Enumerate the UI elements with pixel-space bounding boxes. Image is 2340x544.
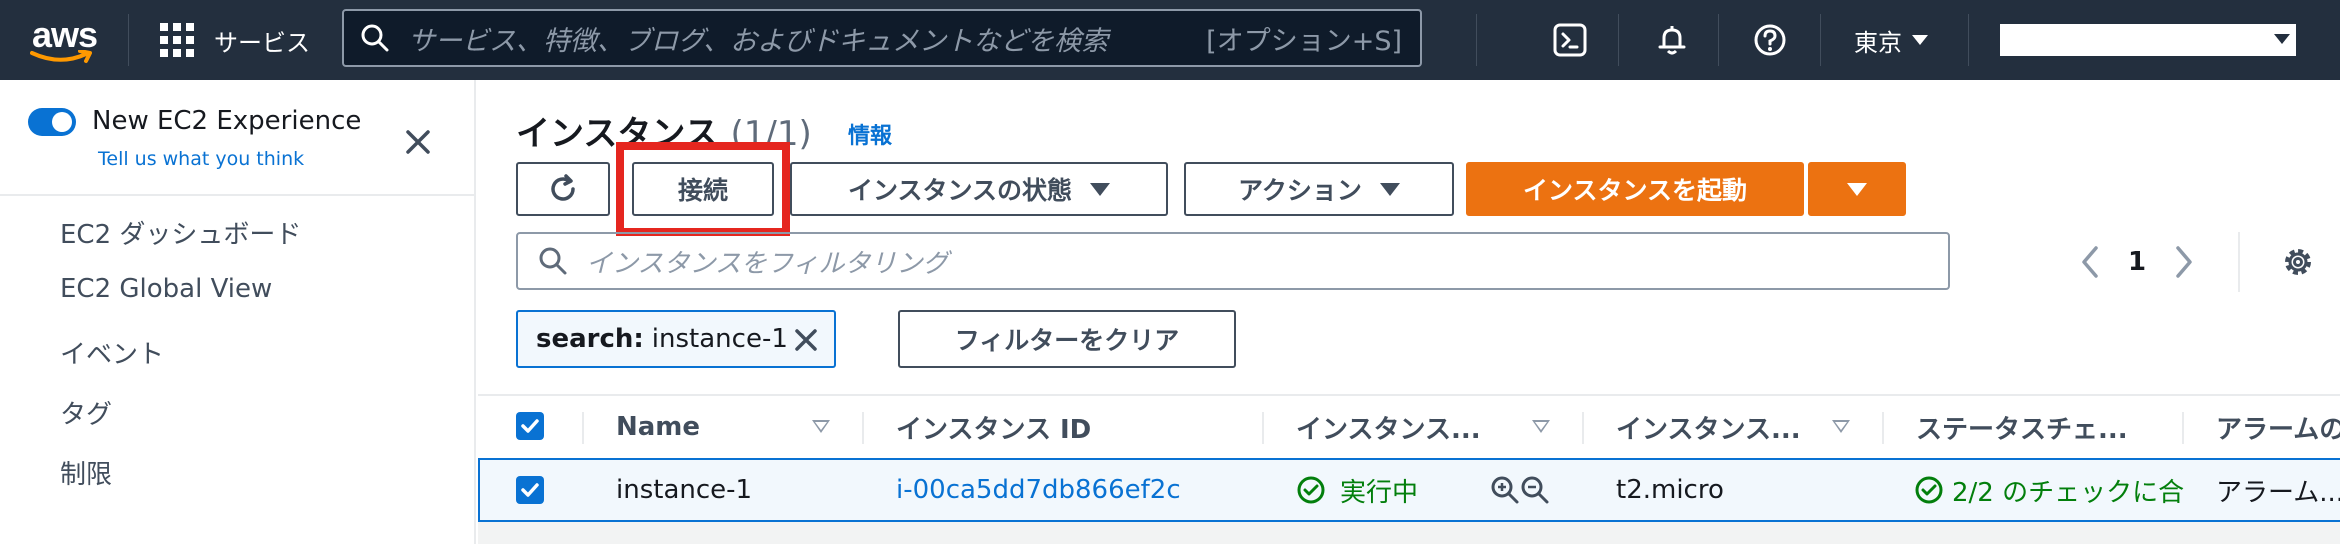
nav-divider xyxy=(1968,14,1969,66)
search-shortcut: [オプション+S] xyxy=(1206,25,1402,57)
filter-token-value: instance-1 xyxy=(651,324,788,354)
cloudshell-icon[interactable] xyxy=(1550,20,1590,60)
table-row[interactable]: instance-1 i-00ca5dd7db866ef2c 実行中 t2.mi… xyxy=(478,458,2340,522)
check-circle-icon xyxy=(1915,476,1943,504)
caret-down-icon xyxy=(1379,182,1400,196)
nav-divider xyxy=(1820,14,1821,66)
column-header-instance-state[interactable]: インスタンス... xyxy=(1296,396,1481,458)
sidebar-item-limits[interactable]: 制限 xyxy=(60,454,112,491)
check-circle-icon xyxy=(1297,476,1325,504)
column-header-instance-id[interactable]: インスタンス ID xyxy=(896,396,1091,458)
caret-down-icon xyxy=(1847,182,1867,196)
grid-icon xyxy=(160,23,194,57)
feedback-link[interactable]: Tell us what you think xyxy=(98,148,304,170)
main-content: インスタンス (1/1) 情報 接続 インスタンスの状態 アクション インスタン… xyxy=(478,80,2340,544)
search-placeholder: サービス、特徴、ブログ、およびドキュメントなどを検索 xyxy=(408,25,1109,57)
column-header-instance-type[interactable]: インスタンス... xyxy=(1616,396,1801,458)
connect-highlight-box xyxy=(616,142,790,236)
table-bottom xyxy=(478,522,2340,544)
region-selector[interactable]: 東京 xyxy=(1854,20,1928,60)
search-icon xyxy=(539,247,567,275)
aws-smile-icon xyxy=(30,50,92,63)
cell-instance-state-text: 実行中 xyxy=(1340,477,1419,508)
instance-filter-input[interactable]: インスタンスをフィルタリング xyxy=(516,232,1950,290)
refresh-button[interactable] xyxy=(516,162,610,216)
help-icon[interactable] xyxy=(1750,20,1790,60)
services-menu[interactable]: サービス xyxy=(160,18,310,62)
column-header-name[interactable]: Name xyxy=(616,396,700,458)
zoom-in-icon[interactable] xyxy=(1490,475,1520,505)
check-icon xyxy=(521,419,539,433)
cell-alarm: アラーム... xyxy=(2216,477,2340,508)
cell-instance-id-link[interactable]: i-00ca5dd7db866ef2c xyxy=(896,460,1181,520)
cell-status-check-text: 2/2 のチェックに合 xyxy=(1952,477,2184,508)
instance-state-label: インスタンスの状態 xyxy=(847,176,1072,205)
sort-icon[interactable] xyxy=(1532,420,1550,433)
new-experience-toggle[interactable] xyxy=(28,108,76,136)
caret-down-icon xyxy=(1090,182,1110,196)
launch-dropdown-button[interactable] xyxy=(1808,162,1906,216)
column-divider xyxy=(862,412,864,444)
column-divider xyxy=(2182,412,2184,444)
nav-divider xyxy=(1618,14,1619,66)
sidebar-item-global-view[interactable]: EC2 Global View xyxy=(60,274,272,304)
filter-token-key: search: xyxy=(536,324,644,354)
sidebar-item-dashboard[interactable]: EC2 ダッシュボード xyxy=(60,214,301,251)
column-header-status-check[interactable]: ステータスチェ... xyxy=(1916,396,2128,458)
select-all-checkbox[interactable] xyxy=(516,412,544,440)
services-label: サービス xyxy=(214,28,310,57)
column-header-alarm[interactable]: アラームの xyxy=(2216,396,2340,458)
sidebar: New EC2 Experience Tell us what you thin… xyxy=(0,80,476,544)
sidebar-divider xyxy=(0,194,474,196)
sort-icon[interactable] xyxy=(1832,420,1850,433)
search-icon xyxy=(361,24,389,52)
launch-instance-button[interactable]: インスタンスを起動 xyxy=(1466,162,1804,216)
sort-icon[interactable] xyxy=(812,420,830,433)
nav-divider xyxy=(1718,14,1719,66)
info-link[interactable]: 情報 xyxy=(848,118,892,150)
instance-state-button[interactable]: インスタンスの状態 xyxy=(790,162,1168,216)
cell-instance-state: 実行中 xyxy=(1296,460,1418,520)
top-navigation: aws サービス サービス、特徴、ブログ、およびドキュメントなどを検索 [オプシ… xyxy=(0,0,2340,80)
caret-down-icon xyxy=(2274,34,2290,44)
cell-status-check: 2/2 のチェックに合 xyxy=(1914,460,2184,520)
check-icon xyxy=(521,483,539,497)
column-divider xyxy=(582,412,584,444)
chevron-left-icon[interactable] xyxy=(2078,244,2102,280)
clear-filters-button[interactable]: フィルターをクリア xyxy=(898,310,1236,368)
row-checkbox[interactable] xyxy=(516,476,544,504)
cell-name: instance-1 xyxy=(616,475,753,505)
global-search-input[interactable]: サービス、特徴、ブログ、およびドキュメントなどを検索 [オプション+S] xyxy=(342,9,1422,67)
gear-icon[interactable] xyxy=(2276,240,2320,284)
experience-title: New EC2 Experience xyxy=(92,106,362,136)
refresh-icon xyxy=(551,174,575,201)
page-number[interactable]: 1 xyxy=(2128,247,2146,277)
sidebar-item-tags[interactable]: タグ xyxy=(60,394,112,431)
aws-logo[interactable]: aws xyxy=(28,14,100,64)
chevron-right-icon[interactable] xyxy=(2172,244,2196,280)
nav-divider xyxy=(128,14,129,66)
bell-icon[interactable] xyxy=(1652,20,1692,60)
pagination: 1 xyxy=(2078,240,2196,284)
region-label: 東京 xyxy=(1854,28,1902,57)
column-divider xyxy=(1262,412,1264,444)
filter-placeholder: インスタンスをフィルタリング xyxy=(586,248,949,279)
column-divider xyxy=(1582,412,1584,444)
zoom-out-icon[interactable] xyxy=(1520,475,1550,505)
account-menu[interactable] xyxy=(2000,24,2296,56)
actions-button[interactable]: アクション xyxy=(1184,162,1454,216)
actions-label: アクション xyxy=(1238,176,1362,205)
table-header: Name インスタンス ID インスタンス... インスタンス... ステータス… xyxy=(478,394,2340,458)
zoom-controls xyxy=(1490,460,1550,520)
nav-divider xyxy=(1476,14,1477,66)
sidebar-item-events[interactable]: イベント xyxy=(60,334,164,371)
cell-instance-type: t2.micro xyxy=(1616,475,1724,505)
filter-token: search: instance-1 xyxy=(516,310,836,368)
caret-down-icon xyxy=(1912,35,1928,45)
pager-divider xyxy=(2238,232,2240,292)
close-icon[interactable] xyxy=(398,122,438,162)
close-icon[interactable] xyxy=(792,326,820,354)
column-divider xyxy=(1882,412,1884,444)
toggle-knob xyxy=(52,112,72,132)
